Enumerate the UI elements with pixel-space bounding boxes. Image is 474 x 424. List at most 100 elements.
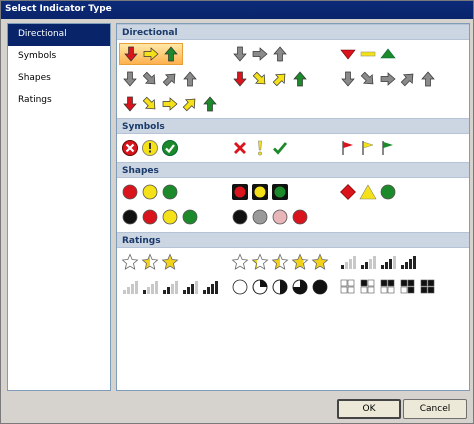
signal-1-icon — [141, 278, 159, 296]
gray-down-right-arrow-icon — [141, 70, 159, 88]
green-check-icon — [271, 139, 289, 157]
signal-2-icon — [359, 253, 377, 271]
symbols-indicator-set[interactable] — [337, 137, 399, 159]
signal-4-icon — [201, 278, 219, 296]
green-up-arrow-icon — [291, 70, 309, 88]
green-traffic-light-icon — [271, 183, 289, 201]
directional-indicator-set[interactable] — [229, 43, 291, 65]
directional-indicator-set[interactable] — [337, 68, 439, 90]
ratings-indicator-set[interactable] — [229, 276, 331, 298]
empty-star-icon — [231, 253, 249, 271]
green-circle-icon — [181, 208, 199, 226]
red-x-circle-icon — [121, 139, 139, 157]
section-header-shapes: Shapes — [117, 162, 469, 178]
green-up-arrow-icon — [162, 45, 180, 63]
green-flag-icon — [379, 139, 397, 157]
green-circle-icon — [161, 183, 179, 201]
directional-grid — [117, 40, 469, 118]
directional-indicator-set[interactable] — [229, 68, 311, 90]
ratings-indicator-set[interactable] — [119, 251, 181, 273]
pink-circle-icon — [271, 208, 289, 226]
red-down-arrow-icon — [231, 70, 249, 88]
signal-3-icon — [181, 278, 199, 296]
gray-circle-icon — [251, 208, 269, 226]
section-header-symbols: Symbols — [117, 118, 469, 134]
symbols-indicator-set[interactable] — [119, 137, 181, 159]
shapes-grid — [117, 178, 469, 232]
boxes-4-icon — [419, 278, 437, 296]
shapes-indicator-set[interactable] — [229, 206, 311, 228]
nav-item-symbols[interactable]: Symbols — [8, 46, 110, 68]
indicator-gallery: Directional Symbols Shapes Ratings — [116, 23, 470, 391]
yellow-down-right-arrow-icon — [251, 70, 269, 88]
gray-down-arrow-icon — [121, 70, 139, 88]
yellow-flag-icon — [359, 139, 377, 157]
gray-down-right-arrow-icon — [359, 70, 377, 88]
gray-up-arrow-icon — [271, 45, 289, 63]
red-down-triangle-icon — [339, 45, 357, 63]
directional-indicator-set[interactable] — [337, 43, 399, 65]
signal-2-icon — [161, 278, 179, 296]
dialog-title: Select Indicator Type — [1, 1, 473, 19]
quarter-quarter-icon — [251, 278, 269, 296]
shapes-indicator-set[interactable] — [119, 181, 181, 203]
empty-quarter-icon — [231, 278, 249, 296]
red-diamond-icon — [339, 183, 357, 201]
ratings-grid — [117, 248, 469, 302]
full-star-icon — [311, 253, 329, 271]
yellow-circle-icon — [161, 208, 179, 226]
boxes-1-icon — [359, 278, 377, 296]
empty-star-icon — [121, 253, 139, 271]
boxes-3-icon — [399, 278, 417, 296]
symbols-indicator-set[interactable] — [229, 137, 291, 159]
gray-up-right-arrow-icon — [399, 70, 417, 88]
red-circle-icon — [141, 208, 159, 226]
red-down-arrow-icon — [122, 45, 140, 63]
shapes-indicator-set[interactable] — [229, 181, 291, 203]
quarter-star-icon — [251, 253, 269, 271]
yellow-right-arrow-icon — [161, 95, 179, 113]
cancel-button[interactable]: Cancel — [403, 399, 467, 419]
gray-up-right-arrow-icon — [161, 70, 179, 88]
gray-up-arrow-icon — [181, 70, 199, 88]
ratings-indicator-set[interactable] — [229, 251, 331, 273]
directional-indicator-set[interactable] — [119, 43, 183, 65]
ratings-indicator-set[interactable] — [119, 276, 221, 298]
yellow-up-right-arrow-icon — [181, 95, 199, 113]
ratings-indicator-set[interactable] — [337, 251, 419, 273]
yellow-circle-icon — [141, 183, 159, 201]
yellow-right-arrow-icon — [142, 45, 160, 63]
full-quarter-icon — [311, 278, 329, 296]
ok-button[interactable]: OK — [337, 399, 401, 419]
yellow-triangle-icon — [359, 183, 377, 201]
green-circle-icon — [379, 183, 397, 201]
red-traffic-light-icon — [231, 183, 249, 201]
nav-item-shapes[interactable]: Shapes — [8, 68, 110, 90]
shapes-indicator-set[interactable] — [119, 206, 201, 228]
gray-right-arrow-icon — [251, 45, 269, 63]
section-header-directional: Directional — [117, 24, 469, 40]
half-star-icon — [271, 253, 289, 271]
directional-indicator-set[interactable] — [119, 68, 201, 90]
red-circle-icon — [291, 208, 309, 226]
three-quarter-quarter-icon — [291, 278, 309, 296]
nav-item-directional[interactable]: Directional — [8, 24, 110, 46]
select-indicator-type-dialog: Select Indicator Type Directional Symbol… — [0, 0, 474, 424]
signal-3-icon — [379, 253, 397, 271]
gray-down-arrow-icon — [231, 45, 249, 63]
directional-indicator-set[interactable] — [119, 93, 221, 115]
category-nav: Directional Symbols Shapes Ratings — [7, 23, 111, 391]
boxes-0-icon — [339, 278, 357, 296]
ratings-indicator-set[interactable] — [337, 276, 439, 298]
yellow-exclamation-icon — [251, 139, 269, 157]
black-circle-icon — [231, 208, 249, 226]
yellow-up-right-arrow-icon — [271, 70, 289, 88]
three-quarter-star-icon — [291, 253, 309, 271]
signal-4-icon — [399, 253, 417, 271]
nav-item-ratings[interactable]: Ratings — [8, 90, 110, 112]
symbols-grid — [117, 134, 469, 162]
gray-right-arrow-icon — [379, 70, 397, 88]
shapes-indicator-set[interactable] — [337, 181, 399, 203]
signal-1-icon — [339, 253, 357, 271]
half-star-icon — [141, 253, 159, 271]
